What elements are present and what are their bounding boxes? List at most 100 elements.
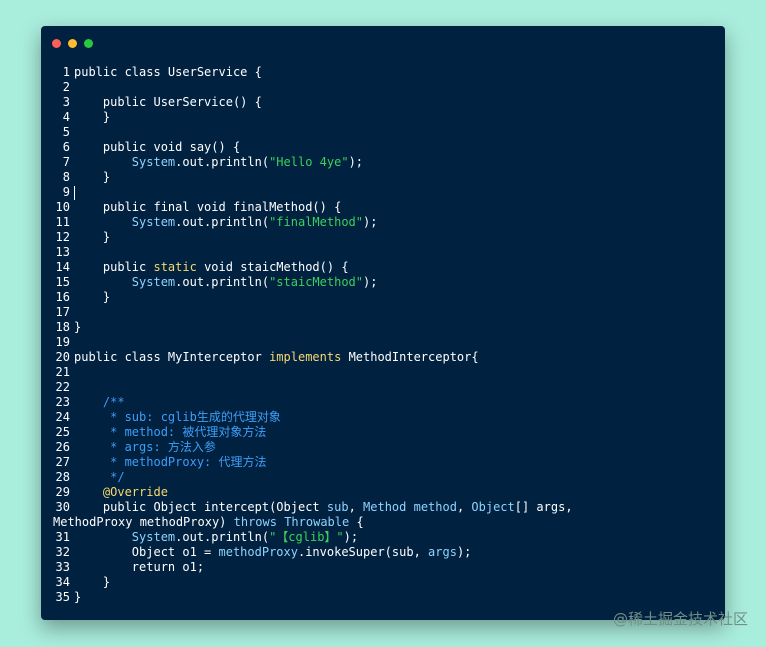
code-text: * method: 被代理对象方法 [70,425,266,440]
line-number: 9 [62,185,70,199]
code-token: System [131,215,176,229]
code-token: "staicMethod" [269,275,363,289]
code-token: */ [74,470,125,484]
code-text: public Object intercept(Object sub, Meth… [49,500,643,530]
code-token: .out.println( [175,275,270,289]
code-line: 32 Object o1 = methodProxy.invokeSuper(s… [53,545,715,560]
code-line: 3 public UserService() { [53,95,715,110]
code-line: 18} [53,320,715,335]
minimize-dot-icon[interactable] [68,39,77,48]
line-number: 10 [55,200,70,214]
code-token: implements [269,350,349,364]
code-text: return o1; [70,560,204,575]
line-number: 21 [55,365,70,379]
code-token: .invokeSuper(sub, [297,545,429,559]
code-token: Method method [363,500,457,514]
line-number: 7 [62,155,70,169]
code-line: 14 public static void staicMethod() { [53,260,715,275]
line-number: 24 [55,410,70,424]
code-line: 33 return o1; [53,560,715,575]
code-text: * args: 方法入参 [70,440,216,455]
code-line: 24 * sub: cglib生成的代理对象 [53,410,715,425]
code-text: System.out.println("finalMethod"); [70,215,378,230]
code-token: } [74,575,111,589]
code-token: .out.println( [175,530,270,544]
code-token: finalMethod() { [232,200,342,214]
line-number: 11 [55,215,70,229]
code-token: throws Throwable [233,515,350,529]
line-number: 4 [62,110,70,124]
code-text: Object o1 = methodProxy.invokeSuper(sub,… [70,545,472,560]
code-token: , [348,500,364,514]
code-token: "【cglib】" [269,530,344,544]
code-text: System.out.println("Hello 4ye"); [70,155,363,170]
code-token: static [153,260,205,274]
close-dot-icon[interactable] [52,39,61,48]
code-token: System [131,530,176,544]
code-token: } [74,590,82,604]
code-token: methodProxy [218,545,298,559]
line-number: 15 [55,275,70,289]
code-line: 30 public Object intercept(Object sub, M… [53,500,715,530]
code-token: public void [102,140,190,154]
code-line: 27 * methodProxy: 代理方法 [53,455,715,470]
code-line: 5 [53,125,715,140]
code-token: { [349,515,364,529]
code-token: public [102,95,154,109]
line-number: 14 [55,260,70,274]
code-line: 23 /** [53,395,715,410]
code-token: MyInterceptor [167,350,270,364]
code-token: * args: 方法入参 [74,440,216,454]
code-token: ); [363,275,378,289]
code-text: * methodProxy: 代理方法 [70,455,266,470]
code-line: 28 */ [53,470,715,485]
code-text: * sub: cglib生成的代理对象 [70,410,281,425]
line-number: 29 [55,485,70,499]
code-text: } [70,170,110,185]
line-number: 3 [62,95,70,109]
code-text: /** [70,395,125,410]
line-number: 34 [55,575,70,589]
code-token: "Hello 4ye" [269,155,349,169]
maximize-dot-icon[interactable] [84,39,93,48]
line-number: 35 [55,590,70,604]
code-window: 1 public class UserService {2 3 public Use… [41,26,725,620]
line-number: 33 [55,560,70,574]
code-text: } [70,290,110,305]
line-number: 19 [55,335,70,349]
code-line: 11 System.out.println("finalMethod"); [53,215,715,230]
code-token: Object intercept(Object [153,500,327,514]
line-number: 27 [55,455,70,469]
code-token: UserService { [167,65,262,79]
watermark: @稀土掘金技术社区 [612,610,748,628]
code-text: System.out.println("staicMethod"); [70,275,378,290]
code-text: } [70,110,110,125]
code-text: } [70,575,110,590]
line-number: 32 [55,545,70,559]
text-cursor [74,185,75,200]
code-token: ); [363,215,378,229]
line-number: 1 [62,65,70,79]
code-token: public class [74,65,168,79]
code-token: staicMethod() { [240,260,349,274]
code-line: 20 public class MyInterceptor implements … [53,350,715,365]
code-text: public void say() { [70,140,240,155]
code-token: } [74,320,82,334]
line-number: 6 [62,140,70,154]
code-text: public static void staicMethod() { [70,260,349,275]
code-text: public class UserService { [70,65,262,80]
line-number: 17 [55,305,70,319]
code-text: public class MyInterceptor implements Me… [70,350,479,365]
code-line: 25 * method: 被代理对象方法 [53,425,715,440]
code-editor[interactable]: 1 public class UserService {2 3 public Use… [53,65,715,605]
code-text: System.out.println("【cglib】"); [70,530,358,545]
code-line: 26 * args: 方法入参 [53,440,715,455]
code-token: .out.println( [175,215,270,229]
